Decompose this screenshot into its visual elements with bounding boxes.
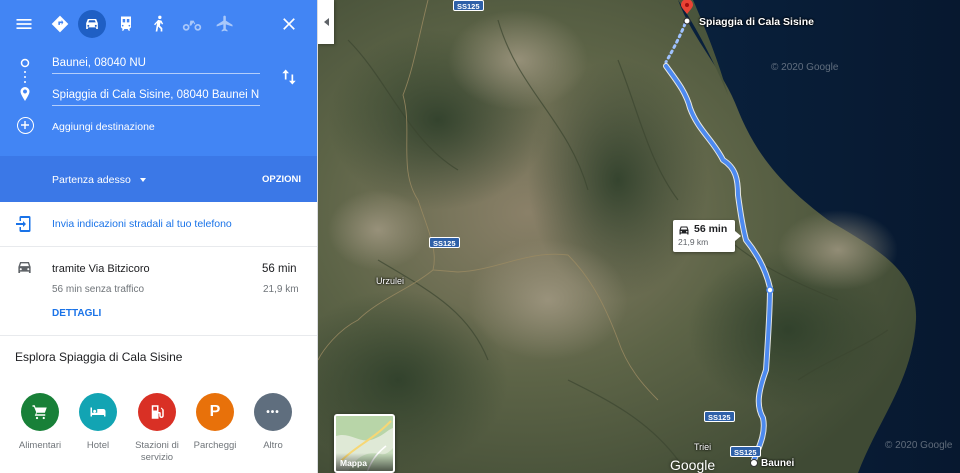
walk-mode-button[interactable] xyxy=(145,10,173,38)
plus-icon xyxy=(21,121,29,129)
directions-panel: Baunei, 08040 NU Spiaggia di Cala Sisine… xyxy=(0,0,318,473)
bike-mode-button[interactable] xyxy=(178,10,206,38)
map-watermark: © 2020 Google xyxy=(885,440,953,451)
walk-icon xyxy=(154,15,164,32)
road-label: SS125 xyxy=(704,411,735,422)
send-to-phone-icon xyxy=(16,216,31,232)
destination-pin-icon[interactable] xyxy=(681,0,693,26)
route-duration: 56 min xyxy=(262,263,297,275)
category-more-button[interactable]: ••• xyxy=(254,393,292,431)
origin-dot-icon xyxy=(750,459,758,467)
airplane-icon xyxy=(216,15,233,32)
departure-options-bar: Partenza adesso OPZIONI xyxy=(0,156,317,202)
collapse-panel-button[interactable] xyxy=(318,0,334,44)
layer-toggle-label: Mappa xyxy=(340,458,367,468)
callout-duration: 56 min xyxy=(694,223,728,235)
depart-now-dropdown[interactable]: Partenza adesso xyxy=(52,174,146,186)
route-details-button[interactable]: DETTAGLI xyxy=(52,308,101,319)
add-destination-icon[interactable] xyxy=(17,117,34,134)
map-layer-toggle[interactable]: Mappa xyxy=(334,414,395,473)
callout-pointer xyxy=(735,231,741,241)
map-view[interactable]: Spiaggia di Cala Sisine Baunei 56 min 21… xyxy=(318,0,960,473)
origin-input[interactable]: Baunei, 08040 NU xyxy=(52,52,260,74)
depart-now-label: Partenza adesso xyxy=(52,174,131,186)
divider xyxy=(0,335,317,336)
route-info-callout[interactable]: 56 min 21,9 km xyxy=(673,220,741,252)
car-mode-button[interactable] xyxy=(78,10,106,38)
road-label: SS125 xyxy=(730,446,761,457)
category-parking-button[interactable]: P xyxy=(196,393,234,431)
category-label: Alimentari xyxy=(18,440,62,451)
route-distance: 21,9 km xyxy=(263,284,299,295)
transit-mode-button[interactable] xyxy=(112,10,140,38)
close-icon xyxy=(283,18,295,30)
bed-icon xyxy=(90,407,106,417)
category-groceries-button[interactable] xyxy=(21,393,59,431)
google-logo: Google xyxy=(670,457,716,473)
callout-distance: 21,9 km xyxy=(678,237,709,247)
waypoint-connector xyxy=(20,58,30,101)
road-label: SS125 xyxy=(453,0,484,11)
add-destination-link[interactable]: Aggiungi destinazione xyxy=(52,121,155,133)
menu-button[interactable] xyxy=(10,10,38,38)
route-traffic-note: 56 min senza traffico xyxy=(52,284,145,295)
menu-icon xyxy=(16,19,32,29)
car-icon xyxy=(86,19,98,29)
destination-map-label[interactable]: Spiaggia di Cala Sisine xyxy=(699,16,814,28)
category-hotel-button[interactable] xyxy=(79,393,117,431)
car-icon xyxy=(18,262,31,273)
directions-header: Baunei, 08040 NU Spiaggia di Cala Sisine… xyxy=(0,0,317,156)
category-label: Parcheggi xyxy=(193,440,237,451)
caret-down-icon xyxy=(139,178,146,183)
destination-pin-icon xyxy=(20,87,30,101)
destination-input[interactable]: Spiaggia di Cala Sisine, 08040 Baunei N xyxy=(52,84,260,106)
car-icon xyxy=(679,226,689,235)
more-icon: ••• xyxy=(266,406,280,418)
town-label: Urzulei xyxy=(376,276,405,286)
route-via: tramite Via Bitzicoro xyxy=(52,263,150,275)
caret-left-icon xyxy=(323,18,329,26)
map-watermark: © 2020 Google xyxy=(771,62,839,73)
swap-icon xyxy=(282,69,296,85)
options-button[interactable]: OPZIONI xyxy=(262,174,301,185)
directions-mode-button[interactable] xyxy=(46,10,74,38)
route-option-card[interactable]: tramite Via Bitzicoro 56 min 56 min senz… xyxy=(0,247,317,335)
category-label: Altro xyxy=(263,440,283,451)
town-label: Triei xyxy=(694,442,712,452)
road-label: SS125 xyxy=(429,237,460,248)
parking-icon: P xyxy=(209,403,221,420)
directions-icon xyxy=(51,15,69,33)
swap-button[interactable] xyxy=(279,67,299,87)
bike-icon xyxy=(182,20,202,31)
explore-title: Esplora Spiaggia di Cala Sisine xyxy=(15,350,183,364)
cart-icon xyxy=(32,405,47,420)
send-to-phone-link: Invia indicazioni stradali al tuo telefo… xyxy=(52,218,232,230)
close-button[interactable] xyxy=(275,10,303,38)
send-to-phone-row[interactable]: Invia indicazioni stradali al tuo telefo… xyxy=(0,202,317,246)
category-label: Stazioni di servizio xyxy=(135,440,179,463)
origin-map-label[interactable]: Baunei xyxy=(761,458,794,469)
fuel-icon xyxy=(151,405,164,419)
route-line xyxy=(663,22,774,463)
category-gas-station-button[interactable] xyxy=(138,393,176,431)
origin-dot-icon xyxy=(20,58,30,68)
train-icon xyxy=(121,16,131,31)
flight-mode-button[interactable] xyxy=(211,10,239,38)
category-label: Hotel xyxy=(86,440,110,451)
